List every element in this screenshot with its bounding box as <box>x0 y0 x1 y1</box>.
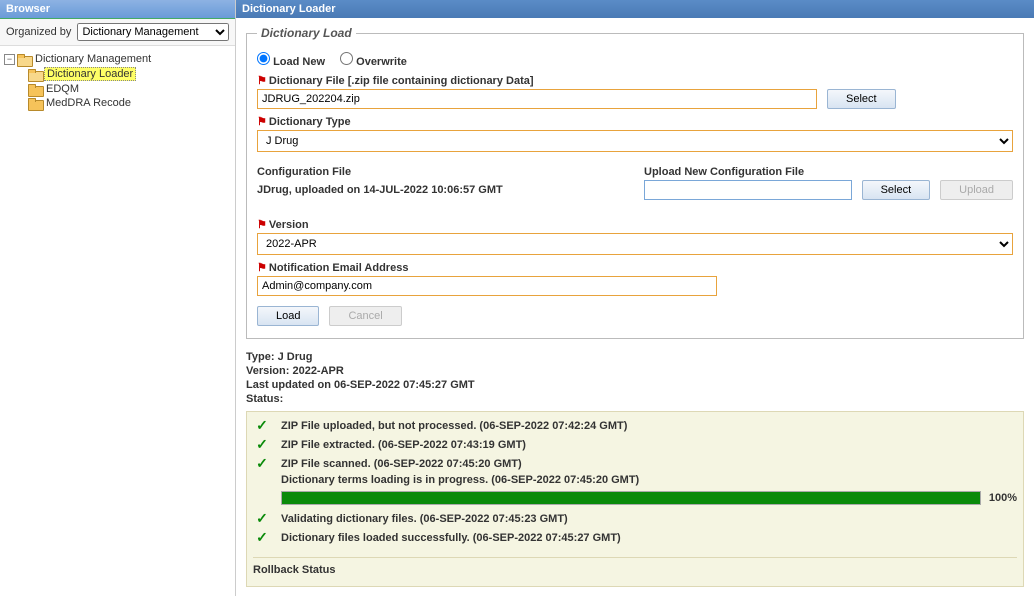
folder-icon <box>28 98 42 109</box>
dictionary-load-fieldset: Dictionary Load Load New Overwrite ⚑ Dic… <box>246 26 1024 339</box>
tree-item-meddra-recode[interactable]: MedDRA Recode <box>4 96 231 110</box>
browser-panel-header: Browser <box>0 0 235 19</box>
folder-icon <box>28 84 42 95</box>
version-select[interactable]: 2022-APR <box>257 233 1013 255</box>
status-version: Version: 2022-APR <box>246 365 1024 377</box>
radio-load-new[interactable]: Load New <box>257 56 328 68</box>
status-item: Dictionary terms loading is in progress.… <box>253 473 1017 487</box>
status-item: ✓ Validating dictionary files. (06-SEP-2… <box>253 509 1017 528</box>
check-icon: ✓ <box>253 529 271 546</box>
folder-open-icon <box>17 54 31 65</box>
organized-by-select[interactable]: Dictionary Management <box>77 23 229 41</box>
check-icon: ✓ <box>253 417 271 434</box>
fieldset-legend: Dictionary Load <box>257 26 356 40</box>
required-icon: ⚑ <box>257 115 267 128</box>
email-input[interactable] <box>257 276 717 296</box>
dictionary-type-label: Dictionary Type <box>269 116 351 128</box>
radio-overwrite-input[interactable] <box>340 52 353 65</box>
status-item: ✓ ZIP File uploaded, but not processed. … <box>253 416 1017 435</box>
rollback-status-label: Rollback Status <box>253 557 1017 576</box>
status-item: ✓ Dictionary files loaded successfully. … <box>253 528 1017 547</box>
radio-load-new-input[interactable] <box>257 52 270 65</box>
status-label: Status: <box>246 393 1024 405</box>
status-item: ✓ ZIP File extracted. (06-SEP-2022 07:43… <box>253 435 1017 454</box>
check-icon: ✓ <box>253 510 271 527</box>
check-icon: ✓ <box>253 455 271 472</box>
config-file-label: Configuration File <box>257 166 351 178</box>
config-file-value: JDrug, uploaded on 14-JUL-2022 10:06:57 … <box>257 184 626 196</box>
upload-config-input[interactable] <box>644 180 852 200</box>
tree-item-edqm[interactable]: EDQM <box>4 82 231 96</box>
version-label: Version <box>269 219 309 231</box>
cancel-button: Cancel <box>329 306 401 326</box>
progress-percent-label: 100% <box>989 492 1017 504</box>
select-config-button[interactable]: Select <box>862 180 931 200</box>
collapse-icon[interactable]: − <box>4 54 15 65</box>
organized-by-label: Organized by <box>6 26 71 38</box>
select-file-button[interactable]: Select <box>827 89 896 109</box>
radio-overwrite[interactable]: Overwrite <box>340 56 407 68</box>
upload-config-label: Upload New Configuration File <box>644 166 804 178</box>
dictionary-file-label: Dictionary File [.zip file containing di… <box>269 75 534 87</box>
loader-panel-header: Dictionary Loader <box>236 0 1034 18</box>
upload-button: Upload <box>940 180 1013 200</box>
required-icon: ⚑ <box>257 218 267 231</box>
progress-bar <box>281 491 981 505</box>
status-type: Type: J Drug <box>246 351 1024 363</box>
load-button[interactable]: Load <box>257 306 319 326</box>
tree-root[interactable]: − Dictionary Management <box>4 52 231 66</box>
dictionary-type-select[interactable]: J Drug <box>257 130 1013 152</box>
status-box: ✓ ZIP File uploaded, but not processed. … <box>246 411 1024 587</box>
status-item: ✓ ZIP File scanned. (06-SEP-2022 07:45:2… <box>253 454 1017 473</box>
tree: − Dictionary Management Dictionary Loade… <box>0 46 235 116</box>
check-icon: ✓ <box>253 436 271 453</box>
required-icon: ⚑ <box>257 74 267 87</box>
tree-item-dictionary-loader[interactable]: Dictionary Loader <box>4 66 231 82</box>
dictionary-file-input[interactable] <box>257 89 817 109</box>
status-updated: Last updated on 06-SEP-2022 07:45:27 GMT <box>246 379 1024 391</box>
email-label: Notification Email Address <box>269 262 409 274</box>
progress-fill <box>282 492 980 504</box>
required-icon: ⚑ <box>257 261 267 274</box>
tree-root-label: Dictionary Management <box>33 53 153 65</box>
folder-open-icon <box>28 69 42 80</box>
